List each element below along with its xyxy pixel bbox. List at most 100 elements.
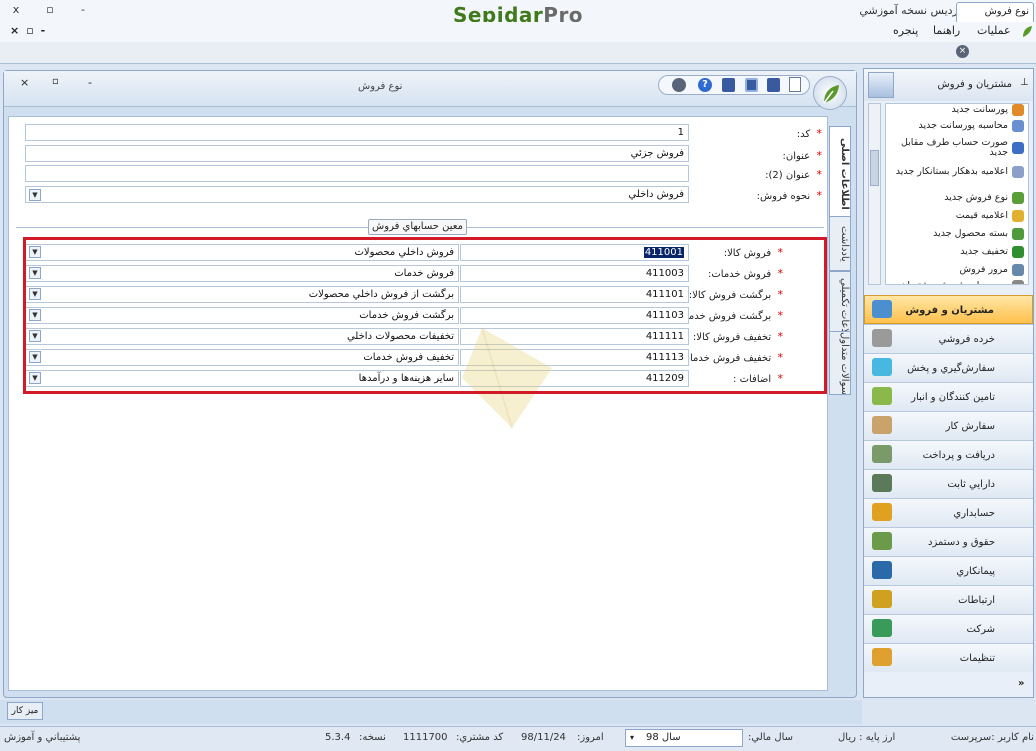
panel-shortcut-item[interactable]: صورت حساب طرف مقابل جديد xyxy=(888,138,1024,158)
chevron-down-icon: ▾ xyxy=(630,733,635,742)
shortcut-icon xyxy=(1012,192,1024,204)
panel-shortcut-item[interactable]: اعلاميه بدهکار بستانکار جديد xyxy=(888,166,1024,178)
sales-module-icon xyxy=(868,72,894,98)
form-close-icon[interactable]: × xyxy=(20,76,29,89)
module-icon xyxy=(872,474,892,492)
panel-shortcut-item[interactable]: مرور جامع فروش مشتريان xyxy=(888,280,1024,285)
nav-module-label: دارايي ثابت xyxy=(947,479,995,490)
module-icon xyxy=(872,648,892,666)
code-label: * کد: xyxy=(796,127,822,140)
shortcut-icon xyxy=(1012,210,1024,222)
title2-field[interactable] xyxy=(25,165,689,182)
status-base-currency: ارز پايه : ريال xyxy=(838,732,896,743)
vtab-faq[interactable]: سوالات متداول xyxy=(829,331,851,395)
module-icon xyxy=(872,416,892,434)
nav-module-label: پيمانکاري xyxy=(956,566,995,577)
sales-accounts-group-title: معين حسابهاي فروش xyxy=(368,219,467,235)
shortcut-label: نوع فروش جديد xyxy=(944,192,1008,203)
shortcut-icon xyxy=(1012,264,1024,276)
new-document-icon[interactable] xyxy=(789,77,801,92)
panel-shortcut-item[interactable]: محاسبه پورسانت جديد xyxy=(888,120,1024,132)
title-field[interactable]: فروش جزئي xyxy=(25,145,689,162)
form-logo-icon xyxy=(813,76,847,110)
status-today-value: 98/11/24 xyxy=(521,732,566,743)
status-version-value: 5.3.4 xyxy=(325,732,351,743)
status-today-label: امروز: xyxy=(577,732,604,743)
module-icon xyxy=(872,300,892,318)
panel-shortcut-item[interactable]: مرور فروش xyxy=(888,264,1024,276)
title2-label: * عنوان (2): xyxy=(765,168,822,181)
accounts-highlight-box xyxy=(23,237,827,394)
nav-module-label: مشتريان و فروش xyxy=(905,305,994,316)
save-close-icon[interactable] xyxy=(767,78,780,92)
fiscal-year-value: سال 98 xyxy=(646,732,681,743)
nav-module-label: تنظيمات xyxy=(959,653,995,664)
panel-shortcut-item[interactable]: نوع فروش جديد xyxy=(888,192,1024,204)
module-icon xyxy=(872,590,892,608)
shortcut-label: اعلاميه قيمت xyxy=(955,210,1008,221)
shortcut-label: اعلاميه بدهکار بستانکار جديد xyxy=(895,166,1008,177)
vtab-main-info[interactable]: اطلاعات اصلی xyxy=(829,126,851,221)
menu-help[interactable]: راهنما xyxy=(933,24,960,37)
nav-module-label: خرده فروشي xyxy=(938,334,995,345)
status-support-link[interactable]: پشتيباني و آموزش xyxy=(4,732,80,743)
status-customer-code-value: 1111700 xyxy=(403,732,448,743)
nav-module-label: تامين کنندگان و انبار xyxy=(911,392,995,403)
shortcut-label: مرور جامع فروش مشتريان xyxy=(900,281,1008,285)
sale-method-select[interactable]: فروش داخلي xyxy=(25,186,689,203)
link-icon[interactable] xyxy=(672,78,686,92)
shortcut-label: تخفيف جديد xyxy=(960,246,1008,257)
panel-shortcut-list: پورسانت جديد محاسبه پورسانت جديد صورت حساب… xyxy=(885,103,1029,285)
shortcut-icon xyxy=(1012,166,1024,178)
nav-module-label: ارتباطات xyxy=(958,595,995,606)
tab-desktop[interactable]: ميز کار xyxy=(7,702,43,720)
shortcut-label: محاسبه پورسانت جديد xyxy=(918,120,1008,131)
title-label: * عنوان: xyxy=(782,149,822,162)
nav-module-label: دريافت و پرداخت xyxy=(922,450,995,461)
shortcut-label: پورسانت جديد xyxy=(951,104,1008,115)
menu-window[interactable]: پنجره xyxy=(893,24,918,37)
panel-shortcut-item[interactable]: اعلاميه قيمت xyxy=(888,210,1024,222)
document-tab-bar xyxy=(0,42,1036,64)
shortcut-label: بسته محصول جديد xyxy=(933,228,1008,239)
panel-shortcut-item[interactable]: تخفيف جديد xyxy=(888,246,1024,258)
module-icon xyxy=(872,503,892,521)
status-customer-code-label: کد مشتري: xyxy=(456,732,504,743)
module-icon xyxy=(872,532,892,550)
module-icon xyxy=(872,619,892,637)
nav-module-label: شرکت xyxy=(966,624,995,635)
shortcut-label: مرور فروش xyxy=(959,264,1009,275)
panel-shortcut-item[interactable]: پورسانت جديد xyxy=(888,104,1024,116)
status-version-label: نسخه: xyxy=(359,732,386,743)
form-restore-icon[interactable]: ▫ xyxy=(52,76,59,87)
panel-title: مشتريان و فروش xyxy=(937,79,1012,90)
status-fiscal-year-label: سال مالي: xyxy=(748,732,794,743)
mdi-window-controls[interactable]: ×▫- xyxy=(10,24,52,37)
nav-module-label: حسابداري xyxy=(953,508,995,519)
form-minimize-icon[interactable]: - xyxy=(88,76,92,89)
module-icon xyxy=(872,358,892,376)
tab-close-icon[interactable]: × xyxy=(956,45,969,58)
menu-bar xyxy=(0,22,1036,42)
expand-panel-icon[interactable]: » xyxy=(1018,678,1024,689)
nav-module-label: سفارش کار xyxy=(945,421,995,432)
panel-shortcut-item[interactable]: بسته محصول جديد xyxy=(888,228,1024,240)
fiscal-year-select[interactable]: ▾ سال 98 xyxy=(625,729,743,747)
shortcut-label: صورت حساب طرف مقابل جديد xyxy=(900,137,1008,158)
sale-method-dropdown-icon[interactable]: ▼ xyxy=(29,189,41,201)
menu-operations[interactable]: عمليات xyxy=(977,24,1011,37)
help-icon[interactable]: ? xyxy=(698,78,712,92)
module-icon xyxy=(872,561,892,579)
save-icon[interactable] xyxy=(722,78,735,92)
tab-sale-type[interactable]: نوع فروش xyxy=(956,2,1034,22)
nav-module-label: سفارش‌گيري و پخش xyxy=(907,363,995,374)
sale-method-label: * نحوه فروش: xyxy=(756,189,822,202)
module-icon xyxy=(872,329,892,347)
vtab-notes[interactable]: يادداشت xyxy=(829,216,851,271)
panel-scrollbar[interactable] xyxy=(868,103,881,285)
code-field[interactable]: 1 xyxy=(25,124,689,141)
save-as-icon[interactable] xyxy=(745,78,758,92)
status-user: نام کاربر :سرپرست xyxy=(950,732,1034,743)
pin-icon[interactable]: ⊥ xyxy=(1020,77,1029,88)
scrollbar-thumb[interactable] xyxy=(870,150,879,186)
